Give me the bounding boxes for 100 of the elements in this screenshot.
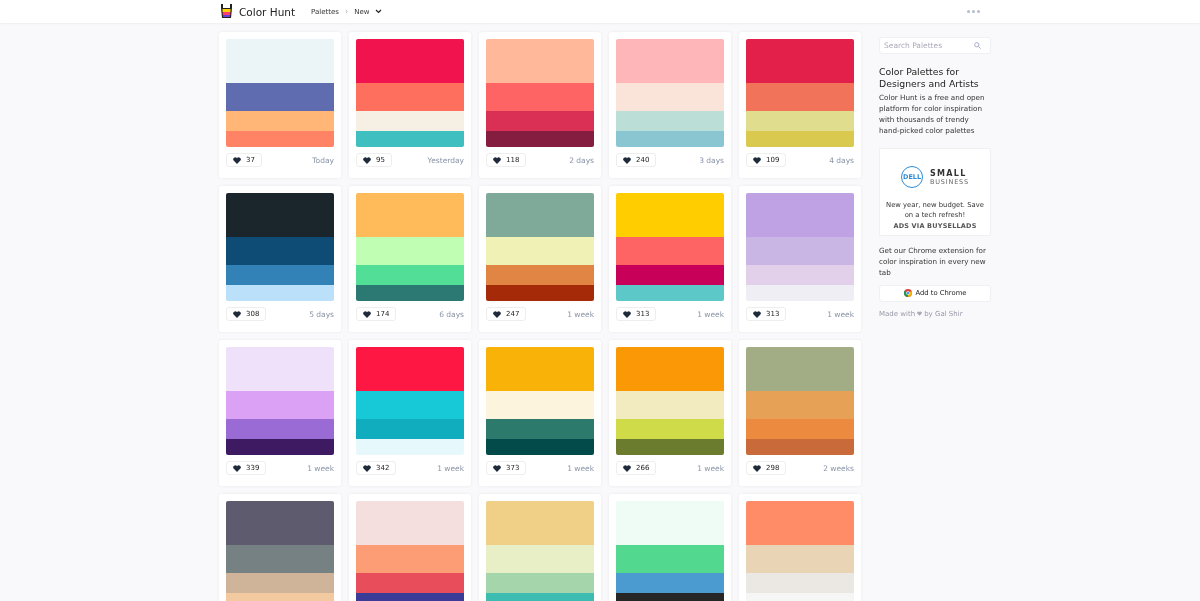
color-swatch[interactable] [356,347,464,391]
color-swatch[interactable] [746,237,854,265]
heart-icon [233,464,241,472]
color-swatch[interactable] [486,419,594,439]
color-swatch[interactable] [616,193,724,237]
color-swatch[interactable] [616,237,724,265]
color-swatch[interactable] [746,347,854,391]
color-swatch[interactable] [616,573,724,593]
logo-icon [220,4,233,19]
color-swatch[interactable] [746,501,854,545]
color-swatch[interactable] [616,347,724,391]
heart-icon [623,156,631,164]
color-swatch[interactable] [356,545,464,573]
color-swatch[interactable] [746,131,854,147]
color-swatch[interactable] [616,111,724,131]
color-swatch[interactable] [486,193,594,237]
color-swatch[interactable] [746,83,854,111]
color-swatch[interactable] [616,501,724,545]
palette-card[interactable] [219,494,341,601]
color-swatch[interactable] [746,265,854,285]
heart-icon [493,156,501,164]
color-swatch[interactable] [356,391,464,419]
heart-icon [363,310,371,318]
heart-icon [493,310,501,318]
color-swatch[interactable] [226,391,334,419]
color-swatch[interactable] [616,39,724,83]
color-swatch[interactable] [226,439,334,455]
palette-card[interactable] [609,494,731,601]
heart-icon [623,464,631,472]
heart-icon [753,156,761,164]
color-swatch[interactable] [746,111,854,131]
color-swatch[interactable] [746,39,854,83]
color-swatch[interactable] [356,83,464,111]
color-swatch[interactable] [226,419,334,439]
color-swatch[interactable] [486,545,594,573]
color-swatch[interactable] [356,193,464,237]
heart-icon [493,464,501,472]
search-icon [974,42,981,49]
color-swatch[interactable] [486,391,594,419]
breadcrumb-separator: › [344,7,349,16]
color-swatch[interactable] [486,265,594,285]
heart-icon [363,464,371,472]
color-swatch[interactable] [616,439,724,455]
color-swatch[interactable] [486,285,594,301]
color-swatch[interactable] [226,501,334,545]
color-swatch[interactable] [486,573,594,593]
color-swatch[interactable] [746,545,854,573]
palette-card[interactable] [349,494,471,601]
color-swatch[interactable] [226,347,334,391]
color-swatch[interactable] [226,39,334,83]
color-swatch[interactable] [746,285,854,301]
color-swatch[interactable] [356,265,464,285]
color-swatch[interactable] [746,439,854,455]
color-swatch[interactable] [486,39,594,83]
color-swatch[interactable] [746,419,854,439]
color-swatch[interactable] [226,131,334,147]
color-swatch[interactable] [486,347,594,391]
heart-icon [753,310,761,318]
color-swatch[interactable] [616,391,724,419]
color-swatch[interactable] [226,83,334,111]
color-swatch[interactable] [746,193,854,237]
chrome-icon [903,289,912,298]
color-swatch[interactable] [226,193,334,237]
color-swatch[interactable] [356,501,464,545]
heart-icon [623,310,631,318]
color-swatch[interactable] [616,131,724,147]
color-swatch[interactable] [226,111,334,131]
color-swatch[interactable] [356,573,464,593]
caret-icon[interactable] [375,9,383,14]
ad-brand: SMALL [930,168,968,178]
color-swatch[interactable] [486,83,594,111]
color-swatch[interactable] [616,83,724,111]
heart-icon [233,156,241,164]
color-swatch[interactable] [486,501,594,545]
color-swatch[interactable] [356,131,464,147]
heart-icon [917,311,923,317]
color-swatch[interactable] [226,545,334,573]
color-swatch[interactable] [486,131,594,147]
color-swatch[interactable] [616,285,724,301]
color-swatch[interactable] [356,111,464,131]
color-swatch[interactable] [356,39,464,83]
more-icon[interactable] [967,10,980,13]
color-swatch[interactable] [356,285,464,301]
heart-icon [753,464,761,472]
color-swatch[interactable] [226,265,334,285]
color-swatch[interactable] [356,419,464,439]
color-swatch[interactable] [226,573,334,593]
color-swatch[interactable] [356,439,464,455]
color-swatch[interactable] [486,439,594,455]
color-swatch[interactable] [616,545,724,573]
color-swatch[interactable] [226,237,334,265]
color-swatch[interactable] [616,265,724,285]
color-swatch[interactable] [486,111,594,131]
color-swatch[interactable] [616,419,724,439]
color-swatch[interactable] [746,573,854,593]
brand-name[interactable]: Color Hunt [239,5,296,18]
color-swatch[interactable] [746,391,854,419]
color-swatch[interactable] [486,237,594,265]
color-swatch[interactable] [356,237,464,265]
color-swatch[interactable] [226,285,334,301]
